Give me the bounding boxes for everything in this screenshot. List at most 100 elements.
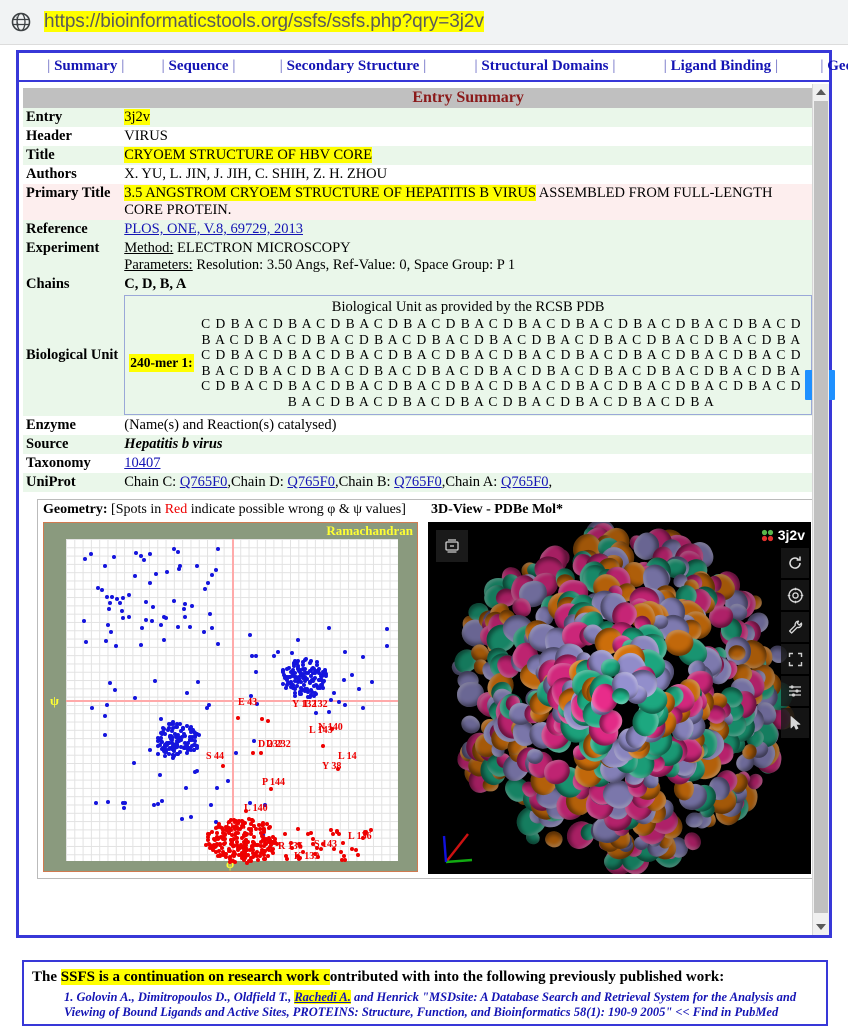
data-point xyxy=(194,564,199,569)
entry-summary-table: Entry Summary Entry 3j2v Header VIRUS Ti… xyxy=(23,88,835,492)
parameters-label: Parameters: xyxy=(124,257,193,273)
data-point xyxy=(265,853,270,858)
table-row-taxonomy: Taxonomy 10407 xyxy=(23,454,815,473)
data-point xyxy=(293,691,298,696)
settings-wrench-icon[interactable] xyxy=(781,612,809,642)
data-point xyxy=(291,661,296,666)
row-value-experiment: Method: ELECTRON MICROSCOPY Parameters: … xyxy=(121,239,815,275)
data-point xyxy=(107,606,112,611)
nav-item-secondary-structure[interactable]: | Secondary Structure | xyxy=(280,58,427,75)
uniprot-link[interactable]: Q765F0 xyxy=(180,474,228,490)
data-point xyxy=(138,643,143,648)
browser-url-bar[interactable]: https://bioinformaticstools.org/ssfs/ssf… xyxy=(0,0,848,45)
geometry-header-post: indicate possible wrong φ & ψ values] xyxy=(187,502,406,517)
data-point xyxy=(161,614,166,619)
data-point xyxy=(190,728,195,733)
url-text[interactable]: https://bioinformaticstools.org/ssfs/ssf… xyxy=(44,11,484,33)
geometry-header: Geometry: [Spots in Red indicate possibl… xyxy=(38,500,426,520)
page-title: Entry Summary xyxy=(121,88,815,108)
data-point xyxy=(105,799,110,804)
nav-item-ligand-binding[interactable]: | Ligand Binding | xyxy=(664,58,779,75)
main-nav: | Summary | | Sequence | | Secondary Str… xyxy=(19,53,848,82)
figures-panel: Geometry: [Spots in Red indicate possibl… xyxy=(37,499,813,879)
data-point xyxy=(283,674,288,679)
content-scroll-pane: Entry Summary Entry 3j2v Header VIRUS Ti… xyxy=(19,84,835,935)
row-label-title: Title xyxy=(26,147,55,163)
row-value-uniprot: Chain C: Q765F0,Chain D: Q765F0,Chain B:… xyxy=(121,473,815,492)
data-point xyxy=(266,847,271,852)
scrollbar-thumb[interactable] xyxy=(814,101,828,913)
data-point xyxy=(202,587,207,592)
row-value-biological-unit: Biological Unit as provided by the RCSB … xyxy=(121,294,835,416)
residue-label: E 43 xyxy=(238,697,258,708)
citation-heading-highlight: SSFS is a continuation on research work … xyxy=(60,969,330,985)
uniprot-link[interactable]: Q765F0 xyxy=(394,474,442,490)
pubmed-link[interactable]: << Find in PubMed xyxy=(675,1005,778,1019)
screenshot-icon[interactable] xyxy=(436,530,468,562)
molstar-viewer[interactable]: 3j2v xyxy=(428,522,811,874)
data-point xyxy=(356,852,361,857)
data-point xyxy=(330,832,335,837)
sliders-icon[interactable] xyxy=(781,676,809,706)
data-point xyxy=(140,625,145,630)
data-point xyxy=(293,687,298,692)
cursor-icon[interactable] xyxy=(781,708,809,738)
data-point xyxy=(249,821,254,826)
uniprot-chain-label: Chain C: xyxy=(124,474,180,490)
nav-item-structural-domains[interactable]: | Structural Domains | xyxy=(474,58,615,75)
data-point xyxy=(327,625,332,630)
data-point xyxy=(192,743,197,748)
row-value-reference: PLOS, ONE, V.8, 69729, 2013 xyxy=(121,220,815,239)
data-point xyxy=(342,853,347,858)
data-point xyxy=(215,546,220,551)
taxonomy-link[interactable]: 10407 xyxy=(124,455,160,471)
uniprot-link[interactable]: Q765F0 xyxy=(501,474,549,490)
reference-link[interactable]: PLOS, ONE, V.8, 69729, 2013 xyxy=(124,221,303,237)
primary-title-highlight: 3.5 ANGSTROM CRYOEM STRUCTURE OF HEPATIT… xyxy=(124,185,536,201)
vertical-scrollbar[interactable] xyxy=(812,84,829,935)
data-point xyxy=(233,750,238,755)
scroll-down-arrow-icon[interactable] xyxy=(813,919,829,935)
expand-icon[interactable] xyxy=(781,644,809,674)
viewer-toolbar xyxy=(781,548,809,740)
data-point xyxy=(230,844,235,849)
focus-target-icon[interactable] xyxy=(781,580,809,610)
uniprot-link[interactable]: Q765F0 xyxy=(287,474,335,490)
table-row-reference: Reference PLOS, ONE, V.8, 69729, 2013 xyxy=(23,220,815,239)
row-label-header: Header xyxy=(26,128,72,144)
viewer-entry-badge: 3j2v xyxy=(761,527,805,543)
geometry-header-red: Red xyxy=(164,502,188,517)
data-point xyxy=(295,638,300,643)
data-point xyxy=(88,551,93,556)
data-point xyxy=(144,618,149,623)
scroll-up-arrow-icon[interactable] xyxy=(813,84,829,100)
row-label-chains: Chains xyxy=(26,276,70,292)
data-point xyxy=(312,666,317,671)
citation-author-highlight[interactable]: Rachedi A. xyxy=(294,990,351,1004)
data-point xyxy=(109,595,114,600)
viewer-header: 3D-View - PDBe Mol* xyxy=(431,502,564,517)
data-point xyxy=(207,612,212,617)
data-point xyxy=(205,581,210,586)
data-point xyxy=(132,761,137,766)
data-point xyxy=(296,678,301,683)
data-point xyxy=(319,674,324,679)
data-point xyxy=(309,687,314,692)
data-point xyxy=(209,803,214,808)
row-value-enzyme: (Name(s) and Reaction(s) catalysed) xyxy=(124,417,337,433)
data-point xyxy=(253,654,258,659)
data-point xyxy=(170,752,175,757)
data-point xyxy=(126,593,131,598)
nav-item-summary[interactable]: | Summary | xyxy=(47,58,124,75)
nav-item-sequence[interactable]: | Sequence | xyxy=(161,58,235,75)
data-point xyxy=(158,735,163,740)
data-point xyxy=(113,643,118,648)
data-point xyxy=(271,850,276,855)
data-point xyxy=(185,750,190,755)
reset-rotation-icon[interactable] xyxy=(781,548,809,578)
nav-item-geometry[interactable]: | Geometry | xyxy=(820,58,848,75)
row-label-primary-title: Primary Title xyxy=(23,184,121,220)
biological-unit-box: Biological Unit as provided by the RCSB … xyxy=(124,295,835,415)
table-row-chains: Chains C, D, B, A xyxy=(23,275,815,294)
ramachandran-plot-container[interactable]: Ramachandran ψ φ E 43Y 132L 132N 140L 14… xyxy=(43,522,418,872)
